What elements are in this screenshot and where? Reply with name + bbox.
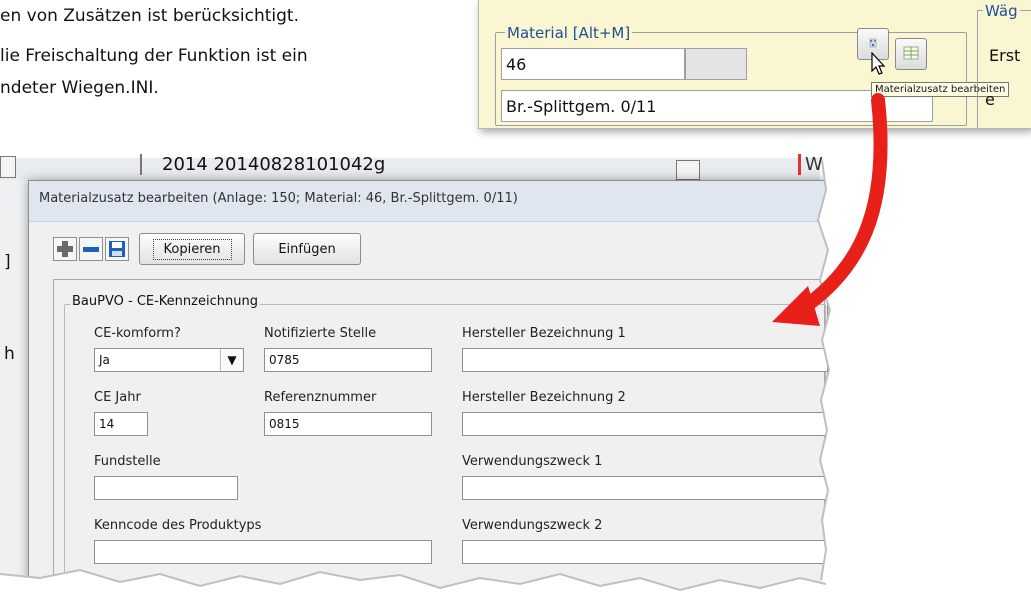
- weighing-group: [977, 10, 1031, 129]
- manufacturer-1-label: Hersteller Bezeichnung 1: [462, 326, 626, 341]
- doc-line-1: en von Zusätzen ist berücksichtigt.: [0, 6, 300, 26]
- doc-line-3: ndeter Wiegen.INI.: [0, 78, 159, 98]
- copy-button-label: Kopieren: [152, 238, 232, 260]
- save-button[interactable]: [105, 237, 129, 261]
- weighing-group-text: Erst: [989, 46, 1021, 65]
- ce-conform-value: Ja: [99, 353, 110, 367]
- red-arrow: [772, 93, 888, 326]
- chevron-down-icon[interactable]: ▼: [220, 349, 243, 371]
- purpose-2-input[interactable]: [462, 540, 828, 564]
- ce-year-input[interactable]: 14: [94, 412, 148, 436]
- material-number-field[interactable]: 46: [501, 48, 685, 80]
- add-button[interactable]: [53, 237, 77, 261]
- plus-icon: [57, 241, 73, 257]
- source-label: Fundstelle: [94, 454, 161, 469]
- minus-icon: [83, 247, 99, 252]
- material-group-title: Material [Alt+M]: [505, 24, 633, 42]
- weighing-group-text-2: e: [985, 90, 995, 109]
- copy-button[interactable]: Kopieren: [139, 233, 245, 265]
- table-icon: [903, 46, 919, 60]
- doc-line-2: lie Freischaltung der Funktion ist ein: [0, 46, 308, 66]
- reference-input[interactable]: 0815: [264, 412, 432, 436]
- background-app-left: ] h: [0, 180, 31, 600]
- notified-body-label: Notifizierte Stelle: [264, 326, 377, 341]
- manufacturer-2-input[interactable]: [462, 412, 828, 436]
- product-code-label: Kenncode des Produktyps: [94, 518, 262, 533]
- paste-button[interactable]: Einfügen: [253, 233, 361, 265]
- dialog-titlebar: Materialzusatz bearbeiten (Anlage: 150; …: [29, 181, 827, 222]
- material-inset: Material [Alt+M] 46 Br.-Splittgem. 0/11 …: [478, 0, 1031, 129]
- remove-button[interactable]: [79, 237, 103, 261]
- background-strip-button: [676, 160, 700, 180]
- reference-label: Referenznummer: [264, 390, 377, 405]
- manufacturer-1-input[interactable]: [462, 348, 828, 372]
- material-number-extra-field[interactable]: [685, 48, 747, 80]
- save-icon: [109, 241, 125, 257]
- ce-marking-group-title: BauPVO - CE-Kennzeichnung: [70, 294, 260, 309]
- document-text: en von Zusätzen ist berücksichtigt. lie …: [0, 0, 308, 98]
- background-left-item-2: h: [4, 344, 15, 364]
- paste-button-label: Einfügen: [278, 241, 336, 257]
- dialog-title: Materialzusatz bearbeiten (Anlage: 150; …: [39, 191, 518, 206]
- ce-conform-label: CE-komform?: [94, 326, 181, 341]
- background-left-item-1: ]: [4, 252, 11, 272]
- purpose-2-label: Verwendungszweck 2: [462, 518, 603, 533]
- weighing-group-title: Wäg: [983, 2, 1020, 20]
- background-app-strip: 2014 20140828101042g W: [0, 154, 823, 181]
- ce-year-label: CE Jahr: [94, 390, 141, 405]
- purpose-1-label: Verwendungszweck 1: [462, 454, 603, 469]
- manufacturer-2-label: Hersteller Bezeichnung 2: [462, 390, 626, 405]
- cursor-icon: [871, 52, 886, 75]
- ce-conform-select[interactable]: Ja ▼: [94, 348, 244, 372]
- notified-body-input[interactable]: 0785: [264, 348, 432, 372]
- purpose-1-input[interactable]: [462, 476, 828, 500]
- table-button[interactable]: [895, 38, 927, 70]
- product-code-input[interactable]: [94, 540, 432, 564]
- source-input[interactable]: [94, 476, 238, 500]
- background-strip-box: [0, 156, 16, 178]
- background-strip-text: 2014 20140828101042g: [140, 154, 385, 175]
